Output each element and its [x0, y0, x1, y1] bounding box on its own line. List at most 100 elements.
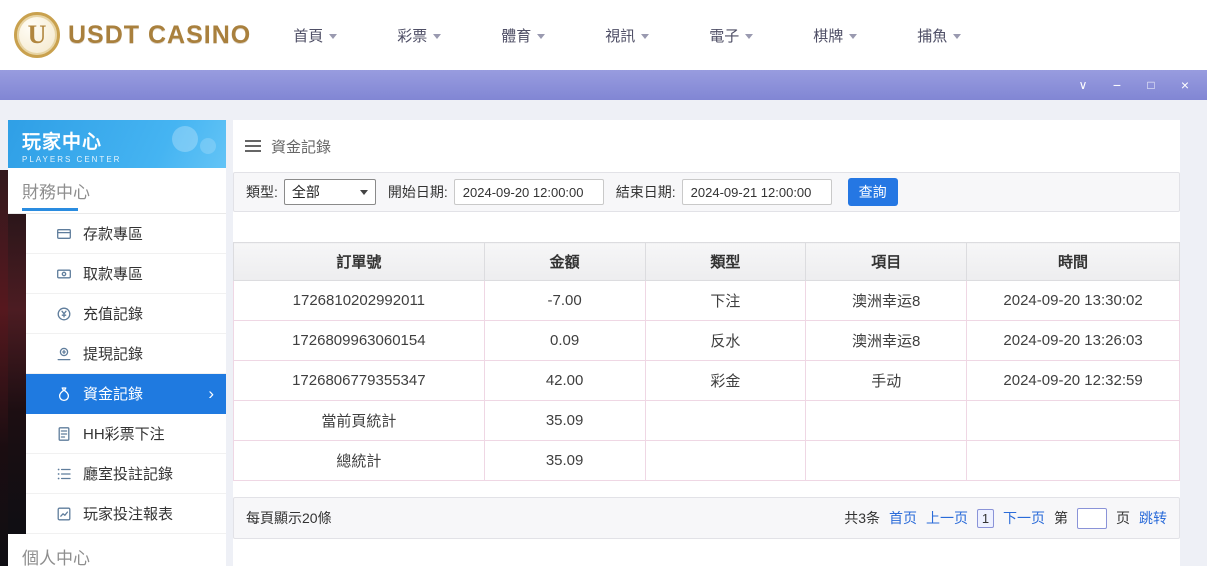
cell-item: 澳洲幸运8: [806, 321, 967, 361]
money-bag-icon: [56, 386, 72, 402]
chevron-down-icon: [849, 34, 857, 39]
nav-label: 視訊: [605, 25, 635, 46]
logo-monogram: U: [28, 20, 47, 50]
sidebar-item-deposit[interactable]: 存款專區: [26, 214, 226, 254]
chevron-down-icon: [537, 34, 545, 39]
cell-item: 手动: [806, 361, 967, 401]
nav-label: 體育: [501, 25, 531, 46]
cell-order-no: 1726806779355347: [234, 361, 485, 401]
nav-item-card-games[interactable]: 棋牌: [783, 25, 887, 46]
table-header-row: 訂單號 金額 類型 項目 時間: [234, 243, 1180, 281]
cell-type: 反水: [645, 321, 806, 361]
total-count-text: 共3条: [844, 508, 880, 528]
nav-item-live-video[interactable]: 視訊: [575, 25, 679, 46]
funds-records-table: 訂單號 金額 類型 項目 時間 1726810202992011 -7.00 下…: [233, 242, 1180, 481]
report-chart-icon: [56, 506, 72, 522]
sidebar-item-player-bet-report[interactable]: 玩家投注報表: [26, 494, 226, 534]
pagination-bar: 每頁顯示20條 共3条 首页 上一页 1 下一页 第 页 跳转: [233, 497, 1180, 539]
cell-empty: [806, 441, 967, 481]
sidebar-item-room-bet-records[interactable]: 廳室投註記錄: [26, 454, 226, 494]
start-date-input[interactable]: [454, 179, 604, 205]
cell-time: 2024-09-20 13:26:03: [967, 321, 1180, 361]
cell-amount: 35.09: [484, 441, 645, 481]
maximize-icon[interactable]: □: [1143, 79, 1159, 91]
search-button[interactable]: 查詢: [848, 178, 898, 206]
select-caret-icon: [360, 190, 368, 195]
sidebar-item-withdraw-records[interactable]: 提現記錄: [26, 334, 226, 374]
table-row-page-total: 當前頁統計 35.09: [234, 401, 1180, 441]
current-page-button[interactable]: 1: [977, 509, 994, 528]
table-row: 1726810202992011 -7.00 下注 澳洲幸运8 2024-09-…: [234, 281, 1180, 321]
type-select[interactable]: 全部: [284, 179, 376, 205]
sidebar-menu: 存款專區 取款專區 充值記錄 提現記錄 資金記錄 ›: [8, 214, 226, 534]
main-nav: 首頁 彩票 體育 視訊 電子 棋牌 捕魚: [263, 25, 991, 46]
nav-item-slots[interactable]: 電子: [679, 25, 783, 46]
nav-item-lottery[interactable]: 彩票: [367, 25, 471, 46]
sidebar-item-label: 資金記錄: [83, 383, 143, 404]
cell-amount: 0.09: [484, 321, 645, 361]
main-content: 資金記錄 類型: 全部 開始日期: 結束日期: 查詢: [233, 120, 1180, 566]
coin-hand-icon: [56, 346, 72, 362]
close-icon[interactable]: ×: [1177, 78, 1193, 92]
sidebar-item-label: 提現記錄: [83, 343, 143, 364]
page-prefix-text: 第: [1054, 508, 1068, 528]
minimize-icon[interactable]: −: [1109, 78, 1125, 92]
type-label: 類型:: [246, 182, 278, 202]
chevron-down-icon: [745, 34, 753, 39]
coin-icon: [56, 306, 72, 322]
cell-amount: 35.09: [484, 401, 645, 441]
nav-label: 棋牌: [813, 25, 843, 46]
col-header-amount: 金額: [484, 243, 645, 281]
page-size-text: 每頁顯示20條: [246, 508, 332, 528]
logo-icon: U: [14, 12, 60, 58]
cell-time: 2024-09-20 13:30:02: [967, 281, 1180, 321]
sidebar-item-withdraw[interactable]: 取款專區: [26, 254, 226, 294]
cell-empty: [645, 441, 806, 481]
cell-empty: [967, 401, 1180, 441]
col-header-time: 時間: [967, 243, 1180, 281]
cell-amount: -7.00: [484, 281, 645, 321]
nav-item-sports[interactable]: 體育: [471, 25, 575, 46]
page-suffix-text: 页: [1116, 508, 1130, 528]
cell-label: 總統計: [234, 441, 485, 481]
cell-order-no: 1726810202992011: [234, 281, 485, 321]
cell-empty: [967, 441, 1180, 481]
workspace: 玩家中心 PLAYERS CENTER 財務中心 存款專區 取款專區 充值: [0, 100, 1207, 566]
jump-link[interactable]: 跳转: [1139, 508, 1167, 528]
cell-amount: 42.00: [484, 361, 645, 401]
menu-icon[interactable]: [245, 140, 261, 152]
nav-item-fishing[interactable]: 捕魚: [887, 25, 991, 46]
sidebar-item-recharge-records[interactable]: 充值記錄: [26, 294, 226, 334]
prev-page-link[interactable]: 上一页: [926, 508, 968, 528]
window-titlebar: ∨ − □ ×: [0, 70, 1207, 100]
sidebar-item-funds-records[interactable]: 資金記錄 ›: [26, 374, 226, 414]
next-page-link[interactable]: 下一页: [1003, 508, 1045, 528]
col-header-item: 項目: [806, 243, 967, 281]
sidebar-item-label: 取款專區: [83, 263, 143, 284]
filter-bar: 類型: 全部 開始日期: 結束日期: 查詢: [233, 172, 1180, 212]
page-number-input[interactable]: [1077, 508, 1107, 529]
nav-item-home[interactable]: 首頁: [263, 25, 367, 46]
pagination-controls: 共3条 首页 上一页 1 下一页 第 页 跳转: [844, 508, 1167, 529]
cell-empty: [806, 401, 967, 441]
finance-section-title: 財務中心: [8, 168, 226, 214]
sidebar-item-label: 廳室投註記錄: [83, 463, 173, 484]
app-window: U USDT CASINO 首頁 彩票 體育 視訊 電子 棋牌 捕魚 ∨ − □…: [0, 0, 1207, 566]
cell-order-no: 1726809963060154: [234, 321, 485, 361]
chevron-down-icon: [641, 34, 649, 39]
sidebar-item-hh-lottery-bets[interactable]: HH彩票下注: [26, 414, 226, 454]
site-logo[interactable]: U USDT CASINO: [0, 12, 251, 58]
deposit-card-icon: [56, 226, 72, 242]
col-header-type: 類型: [645, 243, 806, 281]
first-page-link[interactable]: 首页: [889, 508, 917, 528]
nav-label: 首頁: [293, 25, 323, 46]
nav-label: 電子: [709, 25, 739, 46]
sidebar-item-label: 充值記錄: [83, 303, 143, 324]
col-header-order-no: 訂單號: [234, 243, 485, 281]
end-date-input[interactable]: [682, 179, 832, 205]
cash-icon: [56, 266, 72, 282]
collapse-chevron-icon[interactable]: ∨: [1075, 79, 1091, 91]
site-header: U USDT CASINO 首頁 彩票 體育 視訊 電子 棋牌 捕魚: [0, 0, 1207, 70]
sidebar-item-label: 玩家投注報表: [83, 503, 173, 524]
table-row-grand-total: 總統計 35.09: [234, 441, 1180, 481]
